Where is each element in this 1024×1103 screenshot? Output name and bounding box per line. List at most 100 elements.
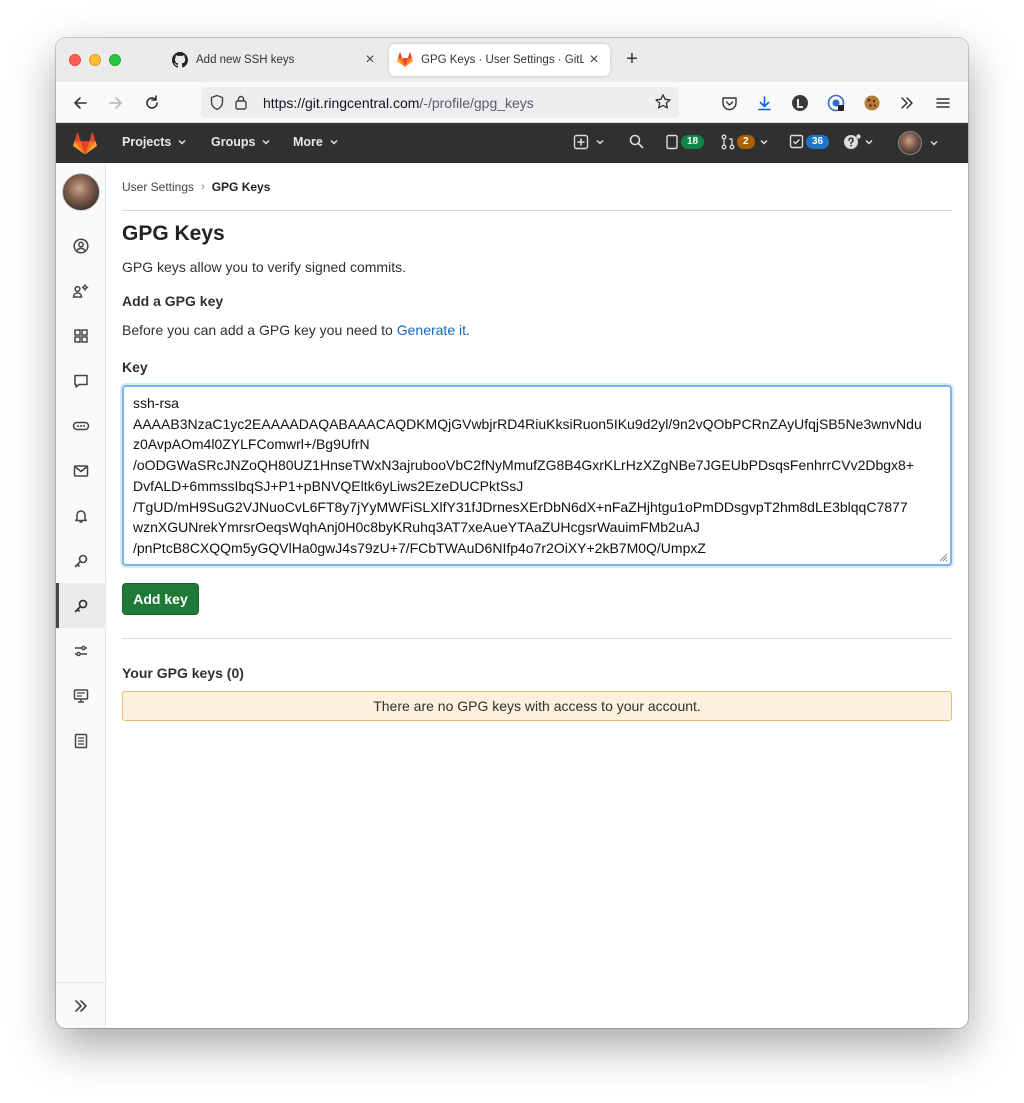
url-path: /-/profile/gpg_keys xyxy=(419,95,534,111)
overflow-menu-button[interactable] xyxy=(896,92,918,114)
tab-strip: Add new SSH keys × GPG Keys · User Setti… xyxy=(56,38,968,82)
pocket-icon xyxy=(721,96,737,110)
url-text: https://git.ringcentral.com/-/profile/gp… xyxy=(263,95,534,111)
gitlab-top-bar: Projects Groups More 18 2 36 xyxy=(56,123,968,163)
sidebar-item-ssh-keys[interactable] xyxy=(56,541,106,581)
page-title: GPG Keys xyxy=(122,222,225,245)
new-tab-button[interactable]: + xyxy=(622,49,642,71)
key-field-label: Key xyxy=(122,359,148,375)
nav-more[interactable]: More xyxy=(293,135,339,149)
back-button[interactable] xyxy=(69,92,91,114)
help-question-icon xyxy=(844,134,861,149)
chevron-down-icon xyxy=(760,139,768,145)
hamburger-icon xyxy=(936,98,950,108)
key-textarea-value: ssh-rsa AAAAB3NzaC1yc2EAAAADAQABAAACAQDK… xyxy=(133,395,922,556)
tracking-protection-icon[interactable] xyxy=(209,94,225,111)
sidebar-item-notifications[interactable] xyxy=(56,496,106,536)
sidebar-item-access-tokens[interactable] xyxy=(56,406,106,446)
chevron-down-icon xyxy=(930,140,938,146)
github-icon xyxy=(172,52,188,68)
forward-button[interactable] xyxy=(105,92,127,114)
nav-projects[interactable]: Projects xyxy=(122,135,187,149)
sidebar-item-emails[interactable] xyxy=(56,451,106,491)
address-bar[interactable]: https://git.ringcentral.com/-/profile/gp… xyxy=(201,87,679,118)
window-zoom-button[interactable] xyxy=(109,54,121,66)
collapse-sidebar-button[interactable] xyxy=(56,982,106,1028)
sidebar-item-active-sessions[interactable] xyxy=(56,676,106,716)
extension-button[interactable] xyxy=(825,92,847,114)
todos-count-badge: 36 xyxy=(806,134,830,149)
sidebar-item-authentication-log[interactable] xyxy=(56,721,106,761)
merge-request-icon xyxy=(721,134,735,150)
add-key-button[interactable]: Add key xyxy=(122,583,199,615)
sidebar-item-gpg-keys[interactable] xyxy=(56,583,106,628)
comment-icon xyxy=(74,374,88,388)
search-icon xyxy=(629,134,644,149)
window-close-button[interactable] xyxy=(69,54,81,66)
breadcrumb-separator: › xyxy=(201,181,205,193)
page-description: GPG keys allow you to verify signed comm… xyxy=(122,259,406,275)
tab-close-button[interactable]: × xyxy=(360,51,380,69)
divider xyxy=(122,638,952,639)
extension-shield-icon xyxy=(827,94,845,112)
search-button[interactable] xyxy=(629,134,644,149)
log-list-icon xyxy=(74,733,88,749)
nav-groups-label: Groups xyxy=(211,135,256,149)
sidebar-item-preferences[interactable] xyxy=(56,631,106,671)
bookmark-star-icon[interactable] xyxy=(654,93,672,111)
todo-check-icon xyxy=(789,134,804,149)
download-icon xyxy=(757,95,771,110)
nav-groups[interactable]: Groups xyxy=(211,135,271,149)
reload-button[interactable] xyxy=(141,92,163,114)
sidebar-item-applications[interactable] xyxy=(56,316,106,356)
chevron-down-icon xyxy=(865,139,873,145)
empty-keys-alert: There are no GPG keys with access to you… xyxy=(122,691,952,721)
account-button[interactable] xyxy=(789,92,811,114)
nav-projects-label: Projects xyxy=(122,135,172,149)
double-chevron-right-icon xyxy=(75,999,87,1012)
cookie-extension-button[interactable] xyxy=(861,92,883,114)
window-minimize-button[interactable] xyxy=(89,54,101,66)
tab-gpg-keys[interactable]: GPG Keys · User Settings · GitLab × xyxy=(389,44,610,76)
user-avatar[interactable] xyxy=(62,173,100,211)
breadcrumb-user-settings[interactable]: User Settings xyxy=(122,180,194,194)
merge-requests-button[interactable]: 2 xyxy=(721,134,769,150)
gitlab-icon xyxy=(397,52,413,67)
key-textarea[interactable]: ssh-rsa AAAAB3NzaC1yc2EAAAADAQABAAACAQDK… xyxy=(122,385,952,566)
new-item-dropdown[interactable] xyxy=(573,134,605,150)
user-menu-dropdown[interactable] xyxy=(898,131,939,155)
chevron-down-icon xyxy=(330,139,338,145)
back-arrow-icon xyxy=(74,97,87,109)
cookie-icon xyxy=(864,95,880,111)
help-dropdown[interactable] xyxy=(843,134,874,150)
tab-ssh-keys[interactable]: Add new SSH keys × xyxy=(166,44,386,76)
tab-close-button[interactable]: × xyxy=(584,51,604,69)
tab-title: Add new SSH keys xyxy=(196,54,295,66)
account-l-icon xyxy=(792,95,808,111)
sidebar-item-profile[interactable] xyxy=(56,226,106,266)
plus-square-icon xyxy=(573,134,589,150)
pocket-button[interactable] xyxy=(718,92,740,114)
lock-icon[interactable] xyxy=(234,94,248,110)
header-avatar xyxy=(898,131,922,155)
breadcrumb-current[interactable]: GPG Keys xyxy=(212,180,271,194)
settings-sidebar xyxy=(56,163,106,1028)
help-text: Before you can add a GPG key you need to… xyxy=(122,322,470,338)
profile-icon xyxy=(73,238,89,254)
chevron-down-icon xyxy=(262,139,270,145)
app-menu-button[interactable] xyxy=(932,92,954,114)
help-text-suffix: . xyxy=(466,322,470,338)
key-icon xyxy=(74,599,88,612)
sidebar-item-account[interactable] xyxy=(56,271,106,311)
downloads-button[interactable] xyxy=(753,92,775,114)
gitlab-logo-icon[interactable] xyxy=(72,132,98,156)
resize-grip-icon[interactable] xyxy=(938,552,948,562)
mail-icon xyxy=(73,465,89,477)
double-chevron-right-icon xyxy=(901,97,913,109)
nav-toolbar: https://git.ringcentral.com/-/profile/gp… xyxy=(56,82,968,123)
issues-button[interactable]: 18 xyxy=(665,134,705,150)
sidebar-item-chat[interactable] xyxy=(56,361,106,401)
notifications-bell-icon xyxy=(75,510,87,523)
todos-button[interactable]: 36 xyxy=(789,134,830,149)
generate-it-link[interactable]: Generate it xyxy=(397,322,466,338)
